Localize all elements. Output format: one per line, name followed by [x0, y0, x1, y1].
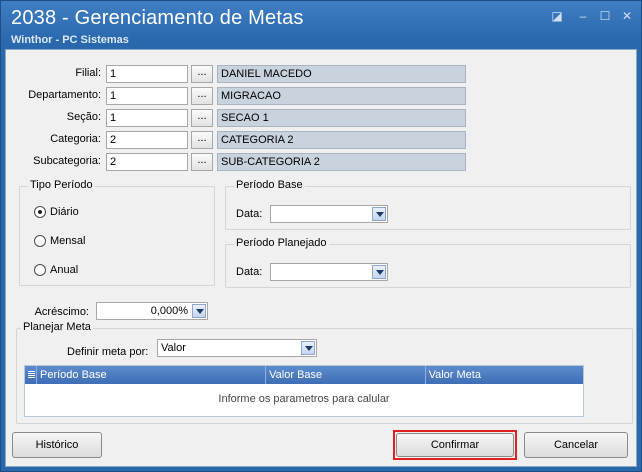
filial-code-input[interactable]: 1: [106, 65, 188, 83]
subcategoria-description: SUB-CATEGORIA 2: [217, 153, 466, 171]
maximize-icon[interactable]: ☐: [597, 9, 613, 23]
radio-diario[interactable]: Diário: [34, 206, 79, 218]
radio-unchecked-icon: [34, 235, 46, 247]
confirmar-button[interactable]: Confirmar: [396, 433, 514, 457]
filial-description: DANIEL MACEDO: [217, 65, 466, 83]
departamento-description: MIGRACAO: [217, 87, 466, 105]
historico-button[interactable]: Histórico: [12, 432, 102, 458]
chevron-down-icon[interactable]: [372, 207, 386, 221]
cancelar-button[interactable]: Cancelar: [524, 432, 628, 458]
categoria-description: CATEGORIA 2: [217, 131, 466, 149]
radio-diario-label: Diário: [50, 206, 79, 218]
app-window: 2038 - Gerenciamento de Metas Winthor - …: [0, 0, 642, 472]
acrescimo-label: Acréscimo:: [34, 306, 89, 318]
secao-search-button[interactable]: ...: [191, 109, 213, 127]
filial-search-button[interactable]: ...: [191, 65, 213, 83]
periodo-base-title: Período Base: [234, 179, 305, 191]
tipo-periodo-group: Tipo Período Diário Mensal Anual: [19, 179, 215, 286]
categoria-code-input[interactable]: 2: [106, 131, 188, 149]
close-icon[interactable]: ✕: [619, 9, 635, 23]
periodo-base-group: Período Base Data:: [225, 179, 631, 230]
periodo-base-data-label: Data:: [236, 208, 263, 220]
radio-anual-label: Anual: [50, 264, 79, 276]
col-periodo-base[interactable]: Período Base: [37, 366, 267, 384]
periodo-planejado-date-picker[interactable]: [270, 263, 388, 281]
periodo-base-date-picker[interactable]: [270, 205, 388, 223]
radio-unchecked-icon: [34, 264, 46, 276]
departamento-search-button[interactable]: ...: [191, 87, 213, 105]
tipo-periodo-title: Tipo Período: [28, 179, 95, 191]
window-subtitle: Winthor - PC Sistemas: [11, 34, 129, 46]
grid-header: ≣ Período Base Valor Base Valor Meta: [25, 366, 583, 384]
secao-label: Seção:: [66, 111, 101, 123]
radio-mensal[interactable]: Mensal: [34, 235, 85, 247]
metas-grid[interactable]: ≣ Período Base Valor Base Valor Meta Inf…: [24, 365, 584, 417]
minimize-icon[interactable]: –: [575, 9, 591, 23]
restore-icon[interactable]: ◪: [549, 9, 565, 23]
periodo-planejado-title: Período Planejado: [234, 237, 329, 249]
periodo-planejado-data-label: Data:: [236, 266, 263, 278]
departamento-label: Departamento:: [28, 89, 101, 101]
categoria-label: Categoria:: [50, 133, 101, 145]
chevron-down-icon[interactable]: [372, 265, 386, 279]
subcategoria-label: Subcategoria:: [33, 155, 101, 167]
definir-meta-select[interactable]: Valor: [157, 339, 317, 357]
chevron-down-icon[interactable]: [301, 341, 315, 355]
secao-code-input[interactable]: 1: [106, 109, 188, 127]
radio-checked-icon: [34, 206, 46, 218]
acrescimo-value: 0,000%: [150, 305, 188, 317]
definir-meta-label: Definir meta por:: [67, 346, 149, 358]
radio-anual[interactable]: Anual: [34, 264, 78, 276]
secao-description: SECAO 1: [217, 109, 466, 127]
grid-menu-icon[interactable]: ≣: [25, 366, 37, 384]
departamento-code-input[interactable]: 1: [106, 87, 188, 105]
periodo-planejado-group: Período Planejado Data:: [225, 237, 631, 288]
window-title: 2038 - Gerenciamento de Metas: [11, 7, 304, 29]
form-panel: Filial: 1 ... DANIEL MACEDO Departamento…: [5, 49, 637, 467]
radio-mensal-label: Mensal: [50, 235, 86, 247]
planejar-meta-title: Planejar Meta: [21, 321, 93, 333]
subcategoria-search-button[interactable]: ...: [191, 153, 213, 171]
categoria-search-button[interactable]: ...: [191, 131, 213, 149]
filial-label: Filial:: [75, 67, 101, 79]
col-valor-base[interactable]: Valor Base: [266, 366, 426, 384]
definir-meta-value: Valor: [161, 342, 186, 354]
col-valor-meta[interactable]: Valor Meta: [426, 366, 583, 384]
acrescimo-input[interactable]: 0,000%: [96, 302, 208, 320]
grid-empty-message: Informe os parametros para calular: [218, 393, 390, 405]
subcategoria-code-input[interactable]: 2: [106, 153, 188, 171]
chevron-down-icon[interactable]: [192, 304, 206, 318]
